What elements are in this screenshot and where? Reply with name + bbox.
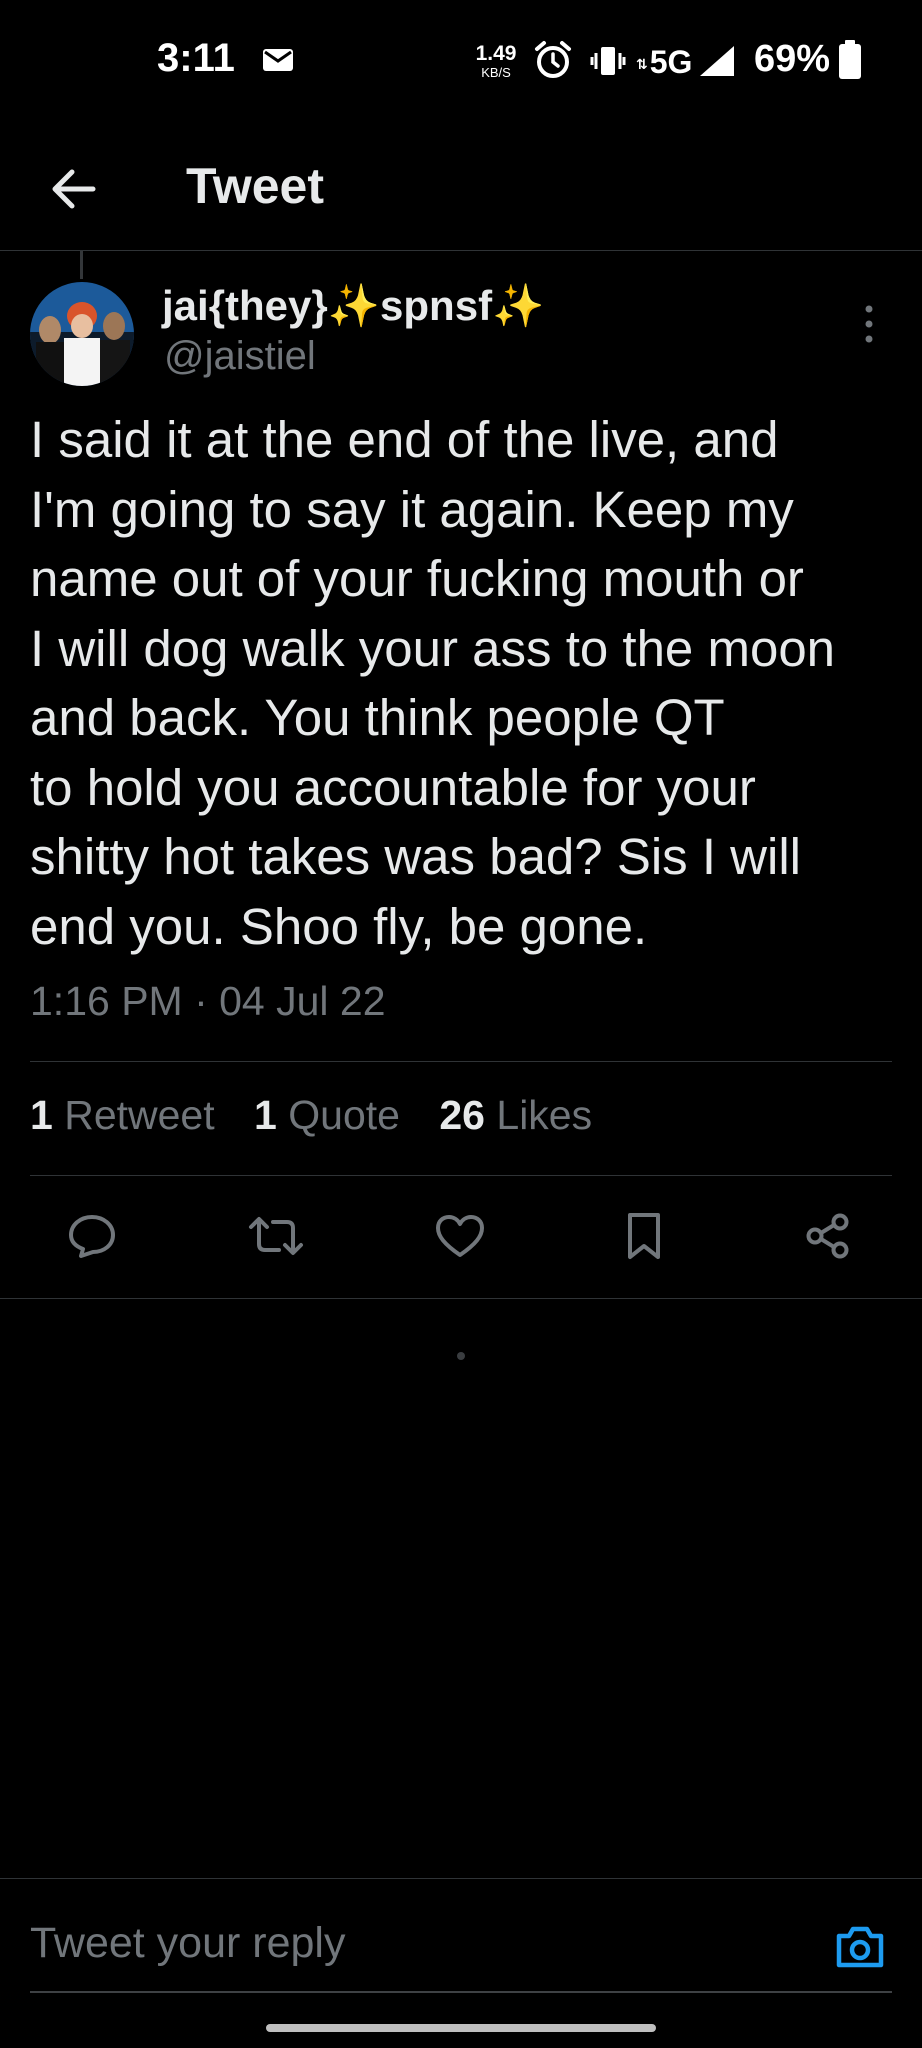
battery-percent: 69% (754, 38, 831, 80)
signal-icon (700, 46, 734, 76)
avatar[interactable] (30, 282, 134, 386)
likes-stat[interactable]: 26 Likes (439, 1092, 592, 1138)
action-bar (0, 1200, 922, 1272)
divider (0, 1298, 922, 1299)
more-vertical-icon (865, 305, 873, 343)
username-handle[interactable]: @jaistiel (164, 334, 316, 379)
back-button[interactable] (40, 156, 106, 222)
bookmark-button[interactable] (612, 1200, 676, 1272)
avatar-image (30, 282, 134, 386)
heart-icon (436, 1215, 484, 1257)
reply-input[interactable]: Tweet your reply (30, 1919, 345, 1968)
retweet-icon (249, 1217, 303, 1255)
thread-connector (80, 251, 83, 279)
battery-icon (839, 40, 861, 79)
network-speed: 1.49 KB/S (475, 42, 517, 80)
top-app-bar: Tweet (0, 130, 922, 251)
retweet-button[interactable] (244, 1200, 308, 1272)
engagement-stats: 1 Retweet 1 Quote 26 Likes (30, 1092, 620, 1139)
tweet-timestamp: 1:16 PM · 04 Jul 22 (30, 978, 386, 1024)
network-type: ⇅5G (636, 44, 693, 80)
page-title: Tweet (186, 158, 324, 214)
retweets-stat[interactable]: 1 Retweet (30, 1092, 215, 1138)
tweet-text: I said it at the end of the live, and I'… (30, 411, 836, 955)
bookmark-icon (628, 1213, 660, 1259)
camera-icon (836, 1926, 884, 1968)
data-arrows-icon: ⇅ (636, 56, 648, 73)
quotes-stat[interactable]: 1 Quote (254, 1092, 400, 1138)
status-bar: 3:11 1.49 KB/S ⇅5G 69% (0, 0, 922, 120)
status-time: 3:11 (157, 36, 235, 80)
alarm-icon (535, 41, 571, 78)
mail-icon (263, 49, 293, 71)
reply-icon (69, 1215, 115, 1258)
reply-composer: Tweet your reply (0, 1878, 922, 1999)
camera-button[interactable] (832, 1921, 888, 1973)
gesture-nav-handle[interactable] (266, 2024, 656, 2032)
divider (30, 1061, 892, 1062)
share-button[interactable] (796, 1200, 860, 1272)
back-arrow-icon (52, 169, 96, 209)
divider (30, 1175, 892, 1176)
reply-input-underline (30, 1991, 892, 1993)
like-button[interactable] (428, 1200, 492, 1272)
display-name[interactable]: jai{they}✨spnsf✨ (162, 282, 544, 331)
loading-indicator (457, 1352, 465, 1360)
vibrate-icon (590, 47, 626, 75)
share-icon (806, 1213, 849, 1259)
reply-button[interactable] (60, 1200, 124, 1272)
more-options-button[interactable] (854, 296, 884, 352)
